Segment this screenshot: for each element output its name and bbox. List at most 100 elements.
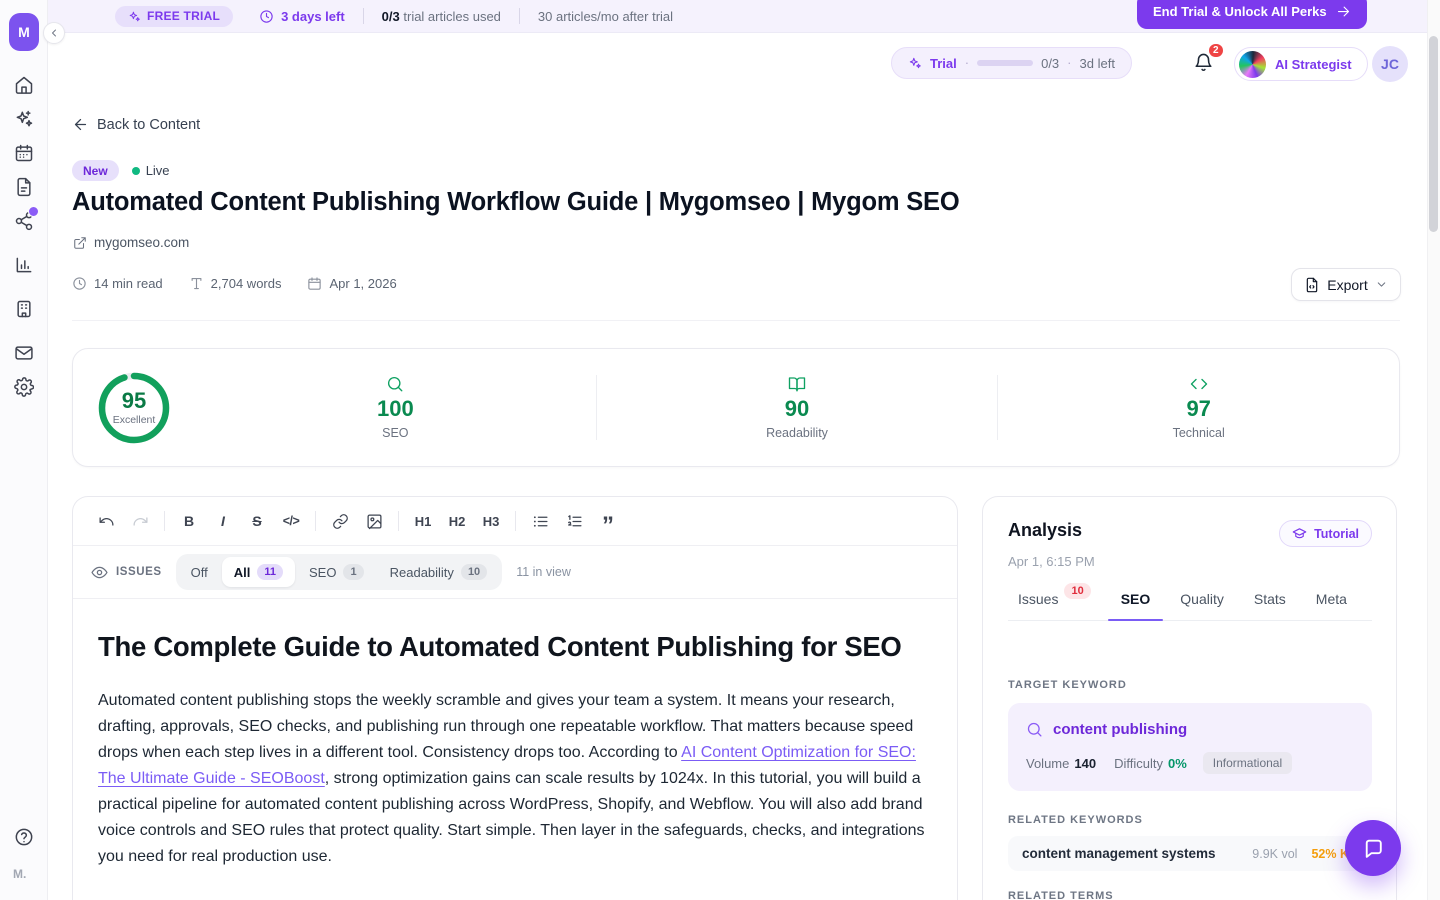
sparkles-icon <box>14 109 34 129</box>
related-keyword-name: content management systems <box>1022 846 1216 861</box>
sidebar-item-analytics[interactable] <box>7 255 41 275</box>
sidebar-item-help[interactable] <box>14 827 34 847</box>
sidebar-footer-label: M. <box>13 867 26 881</box>
user-avatar[interactable]: JC <box>1372 46 1408 82</box>
volume-value: 140 <box>1074 756 1096 771</box>
sidebar-item-business[interactable] <box>7 299 41 319</box>
articles-used: 0/3 trial articles used <box>382 9 501 24</box>
sidebar-item-mail[interactable] <box>7 343 41 363</box>
content-editor: B I S </> H1 H2 H3 ” <box>72 496 958 900</box>
trial-count: 0/3 <box>1041 56 1059 71</box>
app-root: M <box>0 0 1440 900</box>
filter-all-count: 11 <box>257 564 283 580</box>
article-paragraph: Automated content publishing stops the w… <box>98 688 934 870</box>
sidebar-item-share[interactable] <box>7 211 41 231</box>
notification-count-badge: 2 <box>1207 42 1225 59</box>
scrollbar-track <box>1427 0 1440 900</box>
tab-quality[interactable]: Quality <box>1165 591 1239 620</box>
divider <box>519 8 520 24</box>
help-icon <box>14 827 34 847</box>
italic-button[interactable]: I <box>206 506 240 536</box>
trial-progress-bar <box>977 60 1033 66</box>
graduation-cap-icon <box>1292 526 1307 541</box>
issues-count-badge: 10 <box>1064 583 1090 599</box>
dot-separator <box>1067 54 1071 72</box>
filter-seo[interactable]: SEO 1 <box>297 557 376 587</box>
heading2-button[interactable]: H2 <box>440 506 474 536</box>
numbered-list-button[interactable] <box>557 506 591 536</box>
issues-filter-segmented-control: Off All 11 SEO 1 Readability 10 <box>176 554 503 590</box>
filter-readability[interactable]: Readability 10 <box>378 557 500 587</box>
sidebar-item-settings[interactable] <box>7 377 41 397</box>
link-icon <box>332 513 349 530</box>
tab-meta[interactable]: Meta <box>1301 591 1362 620</box>
divider <box>363 8 364 24</box>
article-body[interactable]: The Complete Guide to Automated Content … <box>73 599 957 870</box>
arrow-left-icon <box>72 116 89 133</box>
ai-strategist-avatar <box>1239 51 1266 78</box>
chat-bubble-icon <box>1361 836 1386 861</box>
chevron-left-icon <box>48 27 60 39</box>
tab-issues[interactable]: Issues 10 <box>1008 591 1106 620</box>
new-badge: New <box>72 160 119 181</box>
tab-stats[interactable]: Stats <box>1239 591 1301 620</box>
analysis-title: Analysis <box>1008 520 1082 541</box>
sidebar-item-documents[interactable] <box>7 177 41 197</box>
domain-link[interactable]: mygomseo.com <box>73 235 189 250</box>
file-export-icon <box>1304 277 1320 293</box>
readability-score: 90 Readability <box>596 375 998 439</box>
undo-button[interactable] <box>89 506 123 536</box>
export-button[interactable]: Export <box>1291 268 1401 301</box>
chat-fab-button[interactable] <box>1345 820 1401 876</box>
image-icon <box>366 513 383 530</box>
tab-seo[interactable]: SEO <box>1106 591 1166 620</box>
tutorial-button[interactable]: Tutorial <box>1279 520 1372 547</box>
sidebar-item-ai[interactable] <box>7 109 41 129</box>
inline-code-button[interactable]: </> <box>274 506 308 536</box>
sidebar-item-calendar[interactable] <box>7 143 41 163</box>
image-button[interactable] <box>357 506 391 536</box>
word-count: 2,704 words <box>189 276 282 291</box>
calendar-icon <box>14 143 34 163</box>
redo-button[interactable] <box>123 506 157 536</box>
days-left: 3 days left <box>259 9 345 24</box>
trial-status-pill[interactable]: Trial 0/3 3d left <box>891 47 1132 79</box>
clock-icon <box>259 9 274 24</box>
search-icon <box>1026 721 1043 738</box>
filter-all[interactable]: All 11 <box>222 557 295 587</box>
sparkles-icon <box>128 10 141 23</box>
filter-seo-count: 1 <box>343 564 363 580</box>
home-icon <box>14 75 34 95</box>
technical-score: 97 Technical <box>997 375 1399 439</box>
bold-button[interactable]: B <box>172 506 206 536</box>
back-to-content-link[interactable]: Back to Content <box>72 116 200 133</box>
target-keyword-section-label: TARGET KEYWORD <box>1008 679 1372 691</box>
undo-icon <box>98 513 115 530</box>
read-time: 14 min read <box>72 276 163 291</box>
heading1-button[interactable]: H1 <box>406 506 440 536</box>
filter-off[interactable]: Off <box>179 557 220 587</box>
strikethrough-button[interactable]: S <box>240 506 274 536</box>
free-trial-badge: FREE TRIAL <box>115 6 233 27</box>
trial-banner: FREE TRIAL 3 days left 0/3 trial article… <box>48 0 1427 33</box>
ai-strategist-button[interactable]: AI Strategist <box>1234 47 1368 81</box>
book-open-icon <box>788 375 806 393</box>
bar-chart-icon <box>14 255 34 275</box>
link-button[interactable] <box>323 506 357 536</box>
toolbar-divider <box>315 511 316 531</box>
sidebar-collapse-button[interactable] <box>43 22 65 44</box>
heading3-button[interactable]: H3 <box>474 506 508 536</box>
related-keyword-row[interactable]: content management systems 9.9K vol 52% … <box>1008 836 1372 871</box>
divider <box>72 320 1400 321</box>
scrollbar-thumb[interactable] <box>1429 36 1438 232</box>
type-icon <box>189 276 204 291</box>
app-logo[interactable]: M <box>9 13 39 51</box>
bullet-list-button[interactable] <box>523 506 557 536</box>
trial-label: Trial <box>930 56 957 71</box>
related-keywords-section-label: RELATED KEYWORDS <box>1008 814 1372 826</box>
target-keyword-card[interactable]: content publishing Volume 140 Difficulty… <box>1008 703 1372 791</box>
numbered-list-icon <box>566 513 583 530</box>
blockquote-button[interactable]: ” <box>591 506 625 536</box>
sidebar-item-home[interactable] <box>7 75 41 95</box>
end-trial-button[interactable]: End Trial & Unlock All Perks <box>1137 0 1367 29</box>
